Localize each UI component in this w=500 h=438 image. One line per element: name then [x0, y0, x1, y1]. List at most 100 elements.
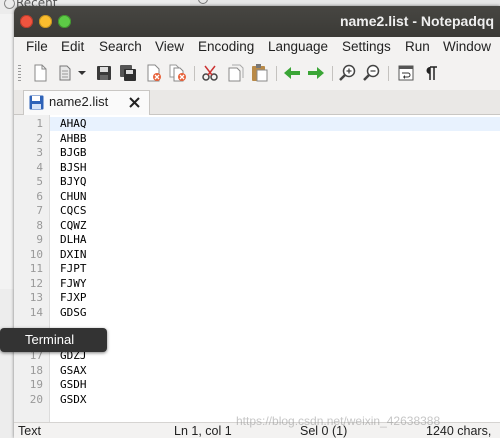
zoom-in-icon[interactable]: [338, 63, 358, 83]
line-number: 13: [29, 291, 43, 304]
text-editor[interactable]: 1 AHAQ 2 AHBB 3 BJGB 4 BJSH 5 BJYQ 6 CHUN 7 CQCS 8 CQWZ…: [14, 115, 500, 422]
undo-icon[interactable]: [282, 63, 302, 83]
editor-line[interactable]: 19 GSDH: [14, 378, 500, 392]
line-text: CQWZ: [60, 218, 87, 232]
copy-icon[interactable]: [225, 63, 245, 83]
editor-line[interactable]: 7 CQCS: [14, 204, 500, 218]
menu-language[interactable]: Language: [268, 39, 328, 54]
menu-settings[interactable]: Settings: [342, 39, 391, 54]
editor-line[interactable]: 8 CQWZ: [14, 219, 500, 233]
status-mode: Text: [18, 424, 41, 438]
paste-icon[interactable]: [249, 63, 269, 83]
editor-line[interactable]: 18 GSAX: [14, 364, 500, 378]
editor-line[interactable]: 5 BJYQ: [14, 175, 500, 189]
line-number: 18: [29, 363, 43, 377]
toolbar-separator: [332, 66, 333, 81]
menu-file[interactable]: File: [26, 39, 48, 54]
line-text: GDSG: [60, 305, 87, 319]
menu-window[interactable]: Window: [443, 39, 491, 54]
redo-icon[interactable]: [306, 63, 326, 83]
line-text: CQCS: [60, 204, 87, 217]
line-number: 12: [29, 276, 43, 290]
status-position: Ln 1, col 1: [174, 424, 232, 438]
editor-line[interactable]: 9 DLHA: [14, 233, 500, 247]
editor-line[interactable]: 14 GDSG: [14, 306, 500, 320]
save-icon: [29, 95, 44, 110]
line-text: FJXP: [60, 291, 87, 304]
menu-search[interactable]: Search: [99, 39, 142, 54]
toolbar-separator: [276, 66, 277, 81]
line-number: 3: [36, 146, 43, 159]
line-text: GSDX: [60, 392, 87, 406]
tooltip-label: Terminal: [25, 332, 75, 347]
line-number: 14: [29, 305, 43, 319]
window-close-button[interactable]: [20, 15, 33, 28]
line-text: CHUN: [60, 189, 87, 203]
window-minimize-button[interactable]: [39, 15, 52, 28]
toolbar-grip[interactable]: [18, 65, 21, 81]
editor-line[interactable]: 13 FJXP: [14, 291, 500, 305]
editor-line[interactable]: 3 BJGB: [14, 146, 500, 160]
line-number: 5: [36, 175, 43, 188]
line-number: 7: [36, 204, 43, 217]
line-text: DXIN: [60, 247, 87, 261]
close-all-icon[interactable]: [168, 63, 188, 83]
close-icon[interactable]: [144, 63, 164, 83]
line-text: GSAX: [60, 363, 87, 377]
line-text: FJPT: [60, 262, 87, 275]
menu-view[interactable]: View: [155, 39, 184, 54]
editor-line[interactable]: 10 DXIN: [14, 248, 500, 262]
menu-encoding[interactable]: Encoding: [198, 39, 254, 54]
line-number: 10: [29, 247, 43, 261]
window-maximize-button[interactable]: [58, 15, 71, 28]
tab-bar: name2.list: [14, 90, 500, 115]
terminal-tooltip: Terminal: [0, 328, 107, 352]
line-text: BJSH: [60, 160, 87, 174]
zoom-out-icon[interactable]: [362, 63, 382, 83]
search-icon: [198, 0, 208, 4]
editor-line[interactable]: 11 FJPT: [14, 262, 500, 276]
new-file-icon[interactable]: [30, 63, 50, 83]
toolbar: [14, 57, 500, 91]
toolbar-separator: [194, 66, 195, 81]
window-title: name2.list - Notepadqq: [339, 13, 494, 29]
tab-label: name2.list: [49, 94, 109, 109]
title-bar[interactable]: name2.list - Notepadqq: [14, 6, 500, 37]
line-number: 8: [36, 218, 43, 232]
notepadqq-window: name2.list - Notepadqq File Edit Search …: [14, 6, 500, 438]
toolbar-separator: [388, 66, 389, 81]
menu-run[interactable]: Run: [405, 39, 430, 54]
watermark: https://blog.csdn.net/weixin_42638388: [236, 414, 441, 428]
line-text: DLHA: [60, 233, 87, 246]
editor-line[interactable]: 20 GSDX: [14, 393, 500, 407]
editor-line[interactable]: 12 FJWY: [14, 277, 500, 291]
save-icon[interactable]: [94, 63, 114, 83]
line-number: 11: [29, 262, 43, 275]
line-number: 20: [29, 392, 43, 406]
menu-bar: File Edit Search View Encoding Language …: [14, 37, 500, 57]
editor-line[interactable]: 4 BJSH: [14, 161, 500, 175]
line-number: 19: [29, 378, 43, 391]
show-all-characters-icon[interactable]: [421, 63, 441, 83]
cut-icon[interactable]: [200, 63, 220, 83]
editor-line[interactable]: 1 AHAQ: [14, 117, 500, 131]
line-text: GSDH: [60, 378, 87, 391]
line-text: BJGB: [60, 146, 87, 159]
tab-close-icon[interactable]: [128, 96, 141, 109]
line-text: AHAQ: [60, 117, 87, 130]
tab-name2-list[interactable]: name2.list: [23, 90, 150, 115]
line-text: AHBB: [60, 131, 87, 145]
line-number: 2: [36, 131, 43, 145]
line-number: 1: [36, 117, 43, 130]
background-pane: [0, 289, 14, 438]
line-number: 6: [36, 189, 43, 203]
line-number: 9: [36, 233, 43, 246]
menu-edit[interactable]: Edit: [61, 39, 84, 54]
line-text: BJYQ: [60, 175, 87, 188]
editor-line[interactable]: 2 AHBB: [14, 132, 500, 146]
word-wrap-icon[interactable]: [396, 63, 416, 83]
open-file-icon[interactable]: [56, 63, 90, 83]
save-all-icon[interactable]: [118, 63, 138, 83]
line-text: FJWY: [60, 276, 87, 290]
editor-line[interactable]: 6 CHUN: [14, 190, 500, 204]
